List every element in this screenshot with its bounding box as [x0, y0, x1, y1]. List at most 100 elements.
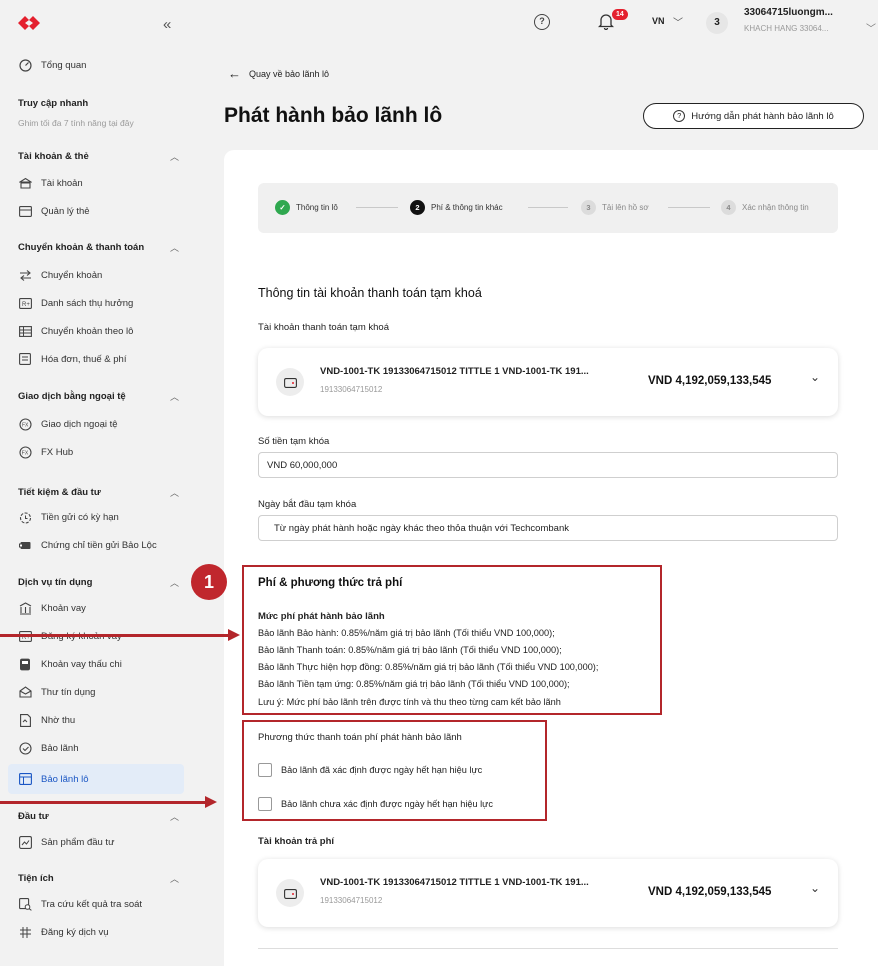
sidebar-item-register-service[interactable]: Đăng ký dịch vụ [18, 922, 109, 942]
step-number: 4 [721, 200, 736, 215]
annotation-arrow [0, 796, 217, 808]
sidebar-item-label: Khoản vay thấu chi [41, 658, 122, 670]
sidebar-item-batch-guarantee[interactable]: Bảo lãnh lô [18, 769, 89, 789]
sidebar-item-bills[interactable]: Hóa đơn, thuế & phí [18, 349, 126, 369]
sidebar-item-label: Nhờ thu [41, 714, 76, 726]
back-link[interactable]: ← Quay về bảo lãnh lô [228, 66, 329, 81]
chevron-up-icon[interactable]: ︿ [170, 810, 179, 823]
step-label: Xác nhận thông tin [742, 203, 809, 212]
guide-button[interactable]: ? Hướng dẫn phát hành bảo lãnh lô [643, 103, 864, 129]
group-heading-transfers[interactable]: Chuyển khoản & thanh toán ︿ [18, 242, 179, 253]
beneficiary-list-icon: R+ [18, 296, 32, 310]
chevron-up-icon[interactable]: ︿ [170, 241, 179, 254]
help-icon[interactable]: ? [534, 14, 550, 30]
page-title: Phát hành bảo lãnh lô [224, 104, 443, 127]
table-icon [18, 324, 32, 338]
sidebar-item-label: Tài khoản [41, 177, 83, 189]
sidebar-item-label: Sản phẩm đầu tư [41, 836, 115, 848]
fee-rate-label: Mức phí phát hành bảo lãnh [258, 611, 385, 622]
step-1: ✓ Thông tin lô [275, 200, 338, 215]
fee-section-title: Phí & phương thức trả phí [258, 577, 403, 589]
double-chevron-left-icon[interactable]: « [163, 16, 171, 33]
checkbox[interactable] [258, 797, 272, 811]
loan-icon [18, 601, 32, 615]
wallet-icon [276, 368, 304, 396]
fee-option-determined[interactable]: Bảo lãnh đã xác định được ngày hết hạn h… [258, 763, 482, 777]
option-label: Bảo lãnh chưa xác định được ngày hết hạn… [281, 799, 493, 809]
group-heading-fx[interactable]: Giao dịch bằng ngoại tệ ︿ [18, 391, 179, 402]
sidebar-item-label: Tiền gửi có kỳ hạn [41, 511, 119, 523]
chevron-up-icon[interactable]: ︿ [170, 872, 179, 885]
sidebar-item-label: Tổng quan [41, 59, 87, 71]
sidebar-item-overview[interactable]: Tổng quan [18, 55, 86, 75]
sidebar-item-accounts[interactable]: Tài khoản [18, 173, 83, 193]
letter-of-credit-icon [18, 685, 32, 699]
sidebar-item-label: Đăng ký dịch vụ [41, 926, 109, 938]
language-selector[interactable]: VN [652, 16, 665, 26]
collection-doc-icon [18, 713, 32, 727]
chevron-up-icon[interactable]: ︿ [170, 486, 179, 499]
sidebar-item-cards[interactable]: Quản lý thẻ [18, 201, 90, 221]
invoice-icon [18, 352, 32, 366]
fee-account-label: Tài khoản trả phí [258, 836, 335, 847]
svg-text:R+: R+ [22, 302, 30, 308]
chevron-down-icon[interactable]: ﹀ [866, 20, 876, 35]
hold-account-selector[interactable]: VND-1001-TK 19133064715012 TITTLE 1 VND-… [258, 348, 838, 416]
bank-icon [18, 176, 32, 190]
chevron-down-icon[interactable]: ⌄ [810, 881, 820, 895]
checkbox[interactable] [258, 763, 272, 777]
sidebar-item-fx[interactable]: FX Giao dịch ngoại tệ [18, 414, 118, 434]
hold-amount-input[interactable]: VND 60,000,000 [258, 452, 838, 478]
username[interactable]: 33064715luongm... [744, 7, 833, 18]
group-heading-savings[interactable]: Tiết kiệm & đầu tư ︿ [18, 487, 179, 498]
hold-start-date-input[interactable]: Từ ngày phát hành hoặc ngày khác theo th… [258, 515, 838, 541]
fee-account-selector[interactable]: VND-1001-TK 19133064715012 TITTLE 1 VND-… [258, 859, 838, 927]
fee-option-undetermined[interactable]: Bảo lãnh chưa xác định được ngày hết hạn… [258, 797, 493, 811]
chevron-down-icon[interactable]: ﹀ [673, 14, 683, 29]
group-heading-accounts[interactable]: Tài khoản & thẻ ︿ [18, 151, 179, 162]
techcombank-logo[interactable] [18, 14, 40, 32]
group-heading-utilities[interactable]: Tiện ích ︿ [18, 873, 179, 884]
term-deposit-icon [18, 510, 32, 524]
step-number: 2 [410, 200, 425, 215]
chevron-down-icon[interactable]: ⌄ [810, 370, 820, 384]
guarantee-check-icon [18, 741, 32, 755]
certificate-icon [18, 538, 32, 552]
sidebar-item-term-deposit[interactable]: Tiền gửi có kỳ hạn [18, 507, 119, 527]
fee-rate-line: Bảo lãnh Tiền tạm ứng: 0.85%/năm giá trị… [258, 679, 570, 689]
quick-access-hint: Ghim tối đa 7 tính năng tại đây [18, 118, 134, 128]
transfer-arrows-icon [18, 268, 32, 282]
group-heading-invest[interactable]: Đầu tư ︿ [18, 811, 179, 822]
chevron-up-icon[interactable]: ︿ [170, 576, 179, 589]
step-label: Tải lên hồ sơ [602, 203, 649, 212]
sidebar-item-fx-hub[interactable]: FX FX Hub [18, 442, 73, 462]
sidebar-item-investment-products[interactable]: Sản phẩm đầu tư [18, 832, 114, 852]
group-heading-credit[interactable]: Dịch vụ tín dụng ︿ [18, 577, 179, 588]
step-4: 4 Xác nhận thông tin [721, 200, 809, 215]
sidebar-item-certificate[interactable]: Chứng chỉ tiền gửi Bảo Lộc [18, 535, 157, 555]
sidebar-item-guarantee[interactable]: Bảo lãnh [18, 738, 79, 758]
sidebar-item-collection[interactable]: Nhờ thu [18, 710, 75, 730]
account-name: VND-1001-TK 19133064715012 TITTLE 1 VND-… [320, 877, 589, 888]
divider [258, 948, 838, 949]
sidebar-item-label: Bảo lãnh [41, 742, 79, 754]
sidebar-item-lookup[interactable]: Tra cứu kết quả tra soát [18, 894, 142, 914]
step-connector [668, 207, 710, 208]
chevron-up-icon[interactable]: ︿ [170, 390, 179, 403]
sidebar-item-label: Tra cứu kết quả tra soát [41, 898, 143, 910]
option-label: Bảo lãnh đã xác định được ngày hết hạn h… [281, 765, 483, 775]
batch-guarantee-icon [18, 772, 32, 786]
chevron-up-icon[interactable]: ︿ [170, 150, 179, 163]
sidebar-item-batch-transfer[interactable]: Chuyển khoản theo lô [18, 321, 133, 341]
sidebar-item-beneficiaries[interactable]: R+ Danh sách thụ hưởng [18, 293, 133, 313]
fee-rate-line: Bảo lãnh Thực hiện hợp đồng: 0.85%/năm g… [258, 662, 599, 672]
wallet-icon [276, 879, 304, 907]
annotation-callout-1: 1 [191, 564, 227, 600]
sidebar-item-letter-of-credit[interactable]: Thư tín dụng [18, 682, 95, 702]
avatar[interactable]: 3 [706, 12, 728, 34]
stepper: ✓ Thông tin lô 2 Phí & thông tin khác 3 … [258, 183, 838, 233]
sidebar-item-loans[interactable]: Khoản vay [18, 598, 86, 618]
sidebar-item-overdraft[interactable]: Khoản vay thấu chi [18, 654, 122, 674]
sidebar-item-transfer[interactable]: Chuyển khoản [18, 265, 102, 285]
sidebar-item-label: Thư tín dụng [41, 686, 96, 698]
